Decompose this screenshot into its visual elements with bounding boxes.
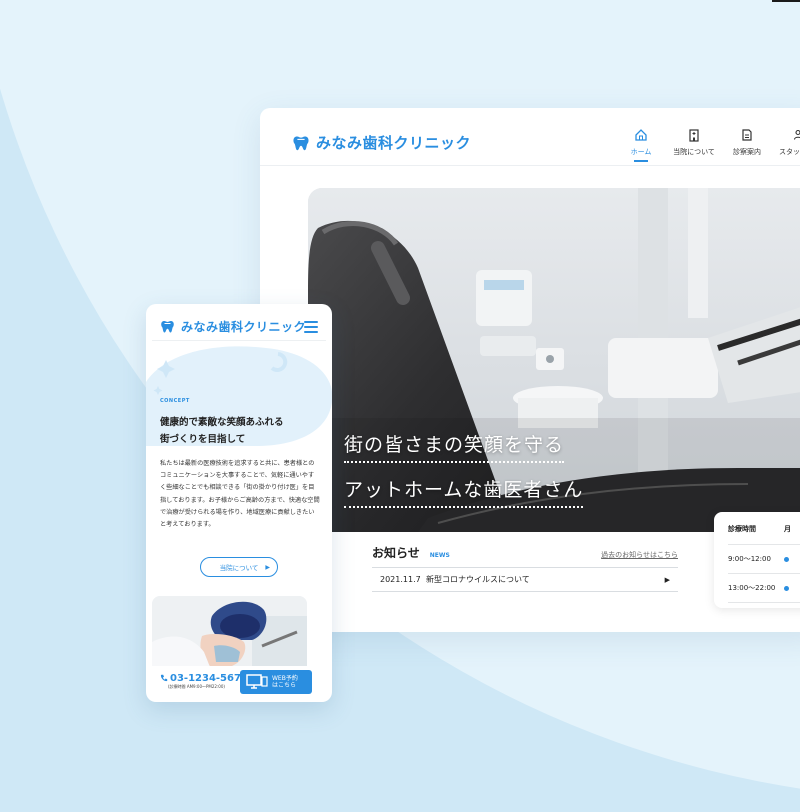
- hours-header: 診療時間 月: [728, 524, 800, 545]
- concept-title-line-2: 街づくりを目指して: [160, 434, 246, 445]
- open-dot-icon: [784, 556, 789, 562]
- desktop-logo[interactable]: みなみ歯科クリニック: [292, 132, 471, 153]
- open-dot-icon: [784, 585, 789, 591]
- nav-active-indicator: [634, 160, 648, 162]
- desktop-header: みなみ歯科クリニック ホーム 当院について 診察案内 スタッフ紹介: [260, 108, 800, 166]
- phone-number: 03-1234-5678: [160, 673, 248, 684]
- news-header: お知らせ NEWS 過去のお知らせはこちら: [372, 544, 678, 568]
- web-button-line-2: はこちら: [272, 682, 297, 689]
- nav-treatment[interactable]: 診察案内: [729, 128, 765, 162]
- hours-card: 診療時間 月 9:00〜12:00 13:00〜22:00: [714, 512, 800, 608]
- hours-day: 月: [784, 525, 791, 533]
- concept-title: 健康的で素敵な笑顔あふれる 街づくりを目指して: [160, 414, 284, 448]
- web-reservation-button[interactable]: WEB予約 はこちら: [240, 670, 312, 694]
- web-button-line-1: WEB予約: [272, 675, 298, 682]
- hero-caption: 街の皆さまの笑顔を守る アットホームな歯医者さん: [344, 430, 584, 520]
- hero-image: 街の皆さまの笑顔を守る アットホームな歯医者さん: [308, 188, 800, 532]
- treatment-photo: [152, 596, 307, 672]
- hours-header-label: 診療時間: [728, 525, 756, 533]
- desktop-mockup: みなみ歯科クリニック ホーム 当院について 診察案内 スタッフ紹介: [260, 108, 800, 632]
- nav-staff-label: スタッフ紹介: [779, 148, 800, 156]
- mobile-mockup: みなみ歯科クリニック CONCEPT 健康的で素敵な笑顔あふれる 街づくりを目指…: [146, 304, 332, 702]
- tooth-icon: [293, 135, 309, 150]
- top-rule: [772, 0, 800, 2]
- nav-home-label: ホーム: [630, 148, 652, 156]
- hours-time: 9:00〜12:00: [728, 555, 771, 563]
- mobile-logo[interactable]: みなみ歯科クリニック: [160, 318, 306, 335]
- about-button-label: 当院について: [219, 564, 259, 572]
- menu-icon[interactable]: [304, 321, 318, 336]
- news-tag: NEWS: [429, 552, 450, 559]
- phone-block[interactable]: 03-1234-5678 (診療時間 AM9:00〜PM22:00): [160, 673, 248, 690]
- about-button[interactable]: 当院について ▶: [200, 557, 278, 577]
- phone-hours: (診療時間 AM9:00〜PM22:00): [168, 683, 225, 689]
- brand-name: みなみ歯科クリニック: [181, 320, 307, 334]
- phone-number-text: 03-1234-5678: [170, 672, 248, 684]
- tooth-icon: [161, 321, 174, 333]
- hero-line-2: アットホームな歯医者さん: [344, 475, 584, 508]
- hours-row: 9:00〜12:00: [728, 545, 800, 574]
- chevron-right-icon: ▶: [664, 575, 670, 584]
- nav-home[interactable]: ホーム: [623, 128, 659, 162]
- chevron-right-icon: ▶: [265, 563, 270, 571]
- nav-about[interactable]: 当院について: [671, 128, 717, 162]
- main-nav: ホーム 当院について 診察案内 スタッフ紹介: [623, 128, 800, 162]
- people-icon: [793, 129, 800, 140]
- web-button-label: WEB予約 はこちら: [272, 675, 298, 689]
- document-icon: [742, 129, 752, 141]
- concept-title-line-1: 健康的で素敵な笑顔あふれる: [160, 417, 284, 428]
- nav-about-label: 当院について: [673, 148, 715, 156]
- building-icon: [689, 129, 699, 142]
- monitor-icon: [246, 674, 268, 689]
- phone-icon: [160, 674, 168, 682]
- header-divider: [152, 340, 326, 341]
- news-archive-link[interactable]: 過去のお知らせはこちら: [601, 550, 678, 560]
- nav-treatment-label: 診察案内: [733, 148, 761, 156]
- mobile-contact-bar: 03-1234-5678 (診療時間 AM9:00〜PM22:00) WEB予約…: [152, 666, 326, 696]
- news-title: お知らせ: [372, 546, 420, 560]
- news-section: お知らせ NEWS 過去のお知らせはこちら 2021.11.7 新型コロナウイル…: [372, 544, 678, 592]
- brand-name: みなみ歯科クリニック: [316, 134, 472, 152]
- news-text: 新型コロナウイルスについて: [426, 575, 530, 584]
- hours-time: 13:00〜22:00: [728, 584, 776, 592]
- nav-staff[interactable]: スタッフ紹介: [777, 128, 800, 162]
- hours-row: 13:00〜22:00: [728, 574, 800, 603]
- concept-body: 私たちは最新の医療技術を追求すると共に、患者様とのコミュニケーションを大事するこ…: [160, 460, 320, 529]
- home-icon: [635, 129, 647, 141]
- news-date: 2021.11.7: [380, 575, 421, 584]
- hero-line-1: 街の皆さまの笑顔を守る: [344, 430, 565, 463]
- news-item[interactable]: 2021.11.7 新型コロナウイルスについて ▶: [372, 568, 678, 592]
- concept-label: CONCEPT: [160, 398, 190, 404]
